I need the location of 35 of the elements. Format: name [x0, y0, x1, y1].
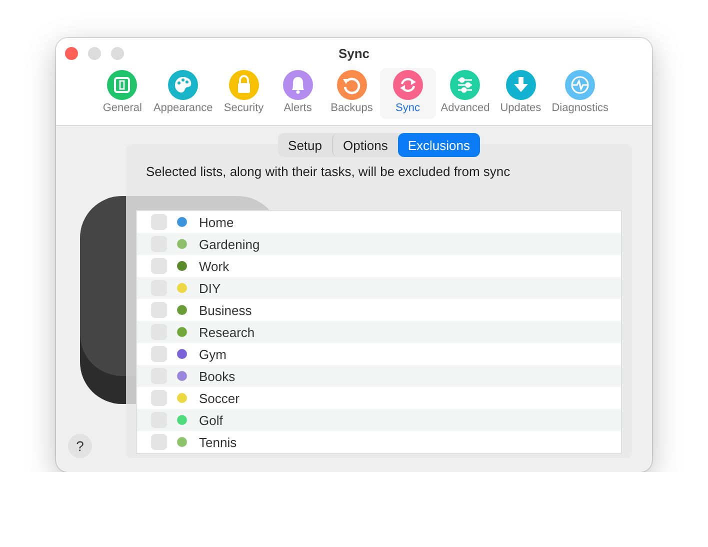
list-name: Soccer	[199, 390, 240, 406]
list-name: Books	[199, 368, 236, 384]
toolbar-tab[interactable]: Sync	[380, 68, 436, 119]
list-name: Home	[199, 214, 234, 230]
checkbox[interactable]	[151, 434, 167, 450]
segment-tab[interactable]: Setup	[278, 133, 332, 157]
checkbox[interactable]	[151, 302, 167, 318]
minimize-button[interactable]	[88, 47, 101, 60]
toolbar-tab[interactable]: Updates	[494, 68, 547, 119]
list-name: DIY	[199, 280, 221, 296]
zoom-button[interactable]	[111, 47, 124, 60]
toolbar-tab[interactable]: Diagnostics	[548, 68, 612, 119]
toolbar-tab[interactable]: Security	[218, 68, 270, 119]
sync-icon	[392, 70, 423, 100]
close-button[interactable]	[65, 47, 78, 60]
toolbar-tab[interactable]: General	[96, 68, 148, 119]
list-name: Research	[199, 324, 255, 340]
toolbar-tab[interactable]: Advanced	[438, 68, 493, 119]
list-name: Tennis	[199, 434, 237, 450]
toolbar-tab[interactable]: Backups	[326, 68, 378, 119]
description-text: Selected lists, along with their tasks, will be excluded from sync	[145, 164, 512, 181]
list-name: Business	[199, 302, 252, 318]
help-button[interactable]: ?	[68, 434, 92, 458]
list-name: Golf	[199, 412, 223, 428]
segment-tab[interactable]: Exclusions	[398, 133, 480, 157]
list-name: Gym	[199, 346, 226, 362]
toolbar-tab[interactable]: Alerts	[272, 68, 324, 119]
list-name: Work	[199, 258, 230, 274]
toolbar-tab[interactable]: Appearance	[150, 68, 216, 119]
list-name: Gardening	[199, 236, 260, 252]
window-title: Sync	[338, 46, 370, 60]
checkbox[interactable]	[151, 258, 167, 274]
checkbox[interactable]	[151, 390, 167, 406]
checkbox[interactable]	[151, 214, 167, 230]
checkbox[interactable]	[151, 346, 167, 362]
